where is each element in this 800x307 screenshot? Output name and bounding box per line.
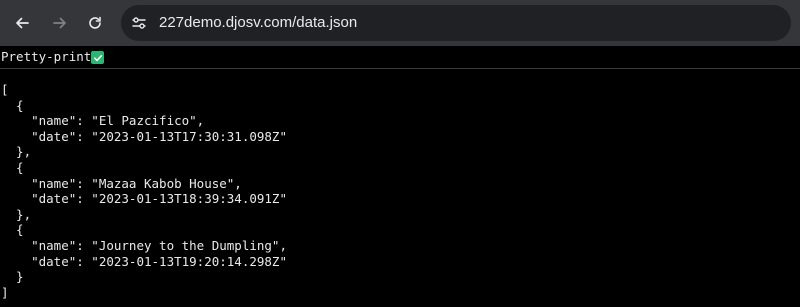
- url-text[interactable]: 227demo.djosv.com/data.json: [159, 5, 357, 41]
- arrow-left-icon: [16, 17, 29, 29]
- tune-icon: [132, 17, 146, 29]
- json-line: {: [1, 97, 24, 113]
- arrow-right-icon: [53, 17, 66, 29]
- site-info-button[interactable]: [125, 9, 153, 37]
- checkmark-icon: [93, 54, 102, 61]
- json-line: {: [1, 159, 24, 175]
- reload-button[interactable]: [81, 9, 109, 37]
- pretty-print-bar: Pretty-print: [0, 46, 800, 69]
- json-line: "date": "2023-01-13T18:39:34.091Z": [1, 191, 287, 207]
- json-line: "name": "Mazaa Kabob House",: [1, 175, 242, 191]
- json-line: {: [1, 222, 24, 238]
- json-line: },: [1, 144, 32, 160]
- json-line: [: [1, 82, 9, 97]
- address-bar[interactable]: 227demo.djosv.com/data.json: [121, 5, 791, 41]
- back-button[interactable]: [8, 9, 36, 37]
- browser-toolbar: 227demo.djosv.com/data.json: [0, 0, 800, 46]
- json-line: "date": "2023-01-13T17:30:31.098Z": [1, 128, 287, 144]
- json-line: ]: [1, 284, 9, 300]
- json-line: "date": "2023-01-13T19:20:14.298Z": [1, 253, 287, 269]
- forward-button[interactable]: [46, 9, 74, 37]
- json-line: "name": "El Pazcifico",: [1, 113, 205, 129]
- pretty-print-label: Pretty-print: [1, 49, 92, 64]
- pretty-print-checkbox[interactable]: [91, 51, 104, 64]
- json-line: "name": "Journey to the Dumpling",: [1, 237, 287, 253]
- json-line: },: [1, 206, 32, 222]
- json-viewer: [ { "name": "El Pazcifico", "date": "202…: [0, 82, 800, 300]
- json-line: }: [1, 269, 24, 285]
- reload-icon: [89, 16, 101, 29]
